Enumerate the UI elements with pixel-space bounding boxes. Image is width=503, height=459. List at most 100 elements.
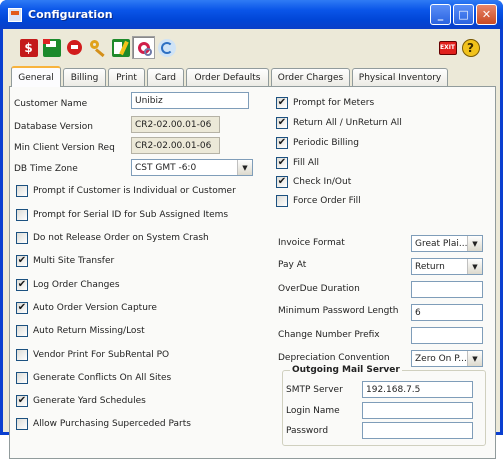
smtp-server-input[interactable]: 192.168.7.5	[362, 381, 473, 398]
close-button[interactable]: ✕	[476, 4, 497, 25]
checkbox-row[interactable]: ✔ Periodic Billing	[276, 137, 359, 149]
checkbox-label: Periodic Billing	[293, 138, 359, 148]
checkbox-checked[interactable]: ✔	[276, 176, 288, 188]
db-time-zone-select[interactable]: CST GMT -6:0 ▼	[131, 159, 253, 176]
minimize-icon: _	[437, 8, 444, 21]
checkbox-row[interactable]: ✔ Auto Order Version Capture	[16, 302, 157, 314]
min-password-length-input[interactable]: 6	[411, 304, 483, 321]
edit-button[interactable]	[109, 36, 132, 59]
checkbox-label: Vendor Print For SubRental PO	[33, 350, 170, 360]
checkbox-label: Fill All	[293, 158, 320, 168]
checkbox-checked[interactable]: ✔	[16, 255, 28, 267]
change-number-prefix-input[interactable]	[411, 327, 483, 344]
checkbox-unchecked[interactable]	[16, 185, 28, 197]
title-bar[interactable]: Configuration _ □ ✕	[0, 0, 503, 29]
checkbox-label: Do not Release Order on System Crash	[33, 233, 209, 243]
tab-general[interactable]: General	[11, 66, 61, 87]
checkbox-unchecked[interactable]	[16, 372, 28, 384]
chevron-down-icon[interactable]: ▼	[467, 236, 482, 251]
checkbox-checked[interactable]: ✔	[16, 302, 28, 314]
login-name-label: Login Name	[286, 406, 340, 416]
checkbox-row[interactable]: ✔ Return All / UnReturn All	[276, 117, 402, 129]
checkbox-unchecked[interactable]	[16, 418, 28, 430]
password-input[interactable]	[362, 422, 473, 439]
checkbox-unchecked[interactable]	[16, 209, 28, 221]
checkbox-row[interactable]: Force Order Fill	[276, 195, 361, 207]
toolbar: $ EXIT ?	[3, 29, 500, 65]
exit-button[interactable]: EXIT	[436, 36, 459, 59]
invoice-format-select[interactable]: Great Plai... ▼	[411, 235, 483, 252]
new-record-button[interactable]	[40, 36, 63, 59]
checkbox-row[interactable]: ✔ Multi Site Transfer	[16, 255, 114, 267]
tab-order-defaults[interactable]: Order Defaults	[186, 68, 269, 86]
checkbox-row[interactable]: ✔ Check In/Out	[276, 176, 351, 188]
checkbox-row[interactable]: ✔ Generate Yard Schedules	[16, 395, 146, 407]
checkbox-checked[interactable]: ✔	[276, 117, 288, 129]
change-number-prefix-label: Change Number Prefix	[278, 330, 380, 340]
key-icon	[89, 39, 107, 57]
checkbox-row[interactable]: ✔ Log Order Changes	[16, 279, 120, 291]
checkbox-label: Log Order Changes	[33, 280, 120, 290]
checkbox-unchecked[interactable]	[276, 195, 288, 207]
checkbox-row[interactable]: Generate Conflicts On All Sites	[16, 372, 171, 384]
help-button[interactable]: ?	[459, 36, 482, 59]
checkbox-row[interactable]: Auto Return Missing/Lost	[16, 325, 145, 337]
depreciation-convention-select[interactable]: Zero On P... ▼	[411, 350, 483, 367]
checkbox-unchecked[interactable]	[16, 349, 28, 361]
general-panel: Customer Name Unibiz Database Version CR…	[9, 86, 496, 459]
login-name-input[interactable]	[362, 402, 473, 419]
tab-billing[interactable]: Billing	[63, 68, 106, 86]
chevron-down-icon[interactable]: ▼	[467, 351, 482, 366]
pay-at-select[interactable]: Return ▼	[411, 258, 483, 275]
checkbox-row[interactable]: Prompt if Customer is Individual or Cust…	[16, 185, 236, 197]
window-title: Configuration	[28, 8, 113, 21]
db-time-zone-label: DB Time Zone	[14, 164, 78, 174]
save-dollar-button[interactable]: $	[17, 36, 40, 59]
client-area: $ EXIT ? General Billing Print Card Orde…	[3, 29, 500, 459]
invoice-format-label: Invoice Format	[278, 238, 345, 248]
min-client-version-label: Min Client Version Req	[14, 143, 115, 153]
checkbox-checked[interactable]: ✔	[276, 97, 288, 109]
maximize-button[interactable]: □	[453, 4, 474, 25]
checkbox-row[interactable]: Vendor Print For SubRental PO	[16, 349, 169, 361]
tab-card[interactable]: Card	[147, 68, 184, 86]
checkbox-row[interactable]: ✔ Fill All	[276, 157, 319, 169]
smtp-server-label: SMTP Server	[286, 385, 343, 395]
tab-print[interactable]: Print	[108, 68, 145, 86]
tab-physical-inventory[interactable]: Physical Inventory	[352, 68, 448, 86]
checkbox-label: Multi Site Transfer	[33, 256, 115, 266]
settings-button[interactable]	[132, 36, 155, 59]
checkbox-label: Prompt for Meters	[293, 98, 375, 108]
checkbox-label: Auto Return Missing/Lost	[33, 326, 145, 336]
checkbox-checked[interactable]: ✔	[16, 395, 28, 407]
checkbox-row[interactable]: Allow Purchasing Superceded Parts	[16, 418, 191, 430]
customer-name-input[interactable]: Unibiz	[131, 92, 249, 109]
checkbox-row[interactable]: Do not Release Order on System Crash	[16, 232, 209, 244]
refresh-button[interactable]	[155, 36, 178, 59]
checkbox-unchecked[interactable]	[16, 325, 28, 337]
db-time-zone-value: CST GMT -6:0	[135, 163, 197, 173]
invoice-format-value: Great Plai...	[415, 239, 468, 249]
close-icon: ✕	[481, 8, 492, 21]
edit-icon	[111, 38, 130, 57]
chevron-down-icon[interactable]: ▼	[237, 160, 252, 175]
checkbox-checked[interactable]: ✔	[276, 137, 288, 149]
checkbox-row[interactable]: Prompt for Serial ID for Sub Assigned It…	[16, 209, 228, 221]
checkbox-checked[interactable]: ✔	[276, 157, 288, 169]
record-button[interactable]	[63, 36, 86, 59]
checkbox-row[interactable]: ✔ Prompt for Meters	[276, 97, 374, 109]
overdue-duration-input[interactable]	[411, 281, 483, 298]
checkbox-label: Force Order Fill	[293, 196, 361, 206]
key-button[interactable]	[86, 36, 109, 59]
checkbox-checked[interactable]: ✔	[16, 279, 28, 291]
checkbox-label: Allow Purchasing Superceded Parts	[33, 419, 191, 429]
minimize-button[interactable]: _	[430, 4, 451, 25]
chevron-down-icon[interactable]: ▼	[467, 259, 482, 274]
checkbox-unchecked[interactable]	[16, 232, 28, 244]
checkbox-label: Generate Conflicts On All Sites	[33, 373, 172, 383]
new-record-icon	[42, 38, 61, 57]
pay-at-value: Return	[415, 262, 445, 272]
checkbox-label: Prompt if Customer is Individual or Cust…	[33, 186, 236, 196]
outgoing-mail-title: Outgoing Mail Server	[290, 365, 402, 375]
tab-order-charges[interactable]: Order Charges	[271, 68, 350, 86]
